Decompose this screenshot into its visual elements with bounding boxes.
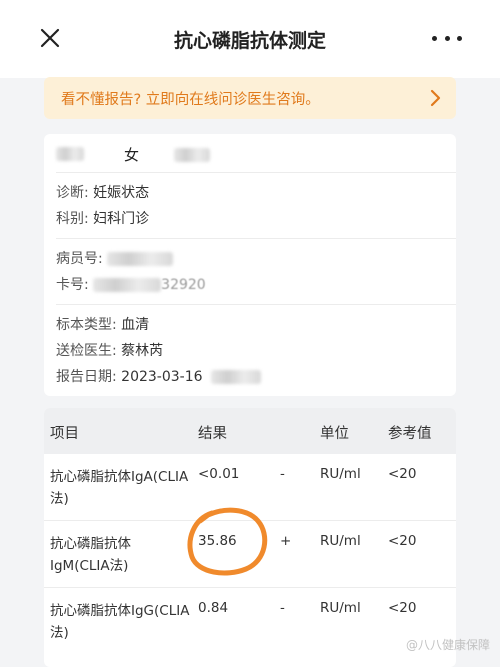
divider: [56, 238, 456, 239]
table-header: 项目 结果 单位 参考值: [44, 408, 456, 454]
report-date-row: 报告日期: 2023-03-16: [56, 366, 261, 386]
doctor-value: 蔡林芮: [121, 343, 164, 359]
patient-info-card: 女 诊断: 妊娠状态 科别: 妇科门诊 病员号: 卡号: 32920 标本类型:…: [44, 134, 456, 396]
table-row: 抗心磷脂抗体IgM(CLIA法) 35.86 + RU/ml <20: [44, 521, 456, 588]
card-no-row: 卡号: 32920: [56, 274, 206, 294]
diagnosis-value: 妊娠状态: [93, 185, 150, 201]
patient-name-row: [56, 146, 84, 162]
diagnosis-label: 诊断:: [56, 185, 89, 201]
sample-type-label: 标本类型:: [56, 317, 117, 333]
diagnosis-row: 诊断: 妊娠状态: [56, 182, 149, 202]
patient-no-label: 病员号:: [56, 251, 103, 267]
table-row: 抗心磷脂抗体IgA(CLIA法) <0.01 - RU/ml <20: [44, 454, 456, 521]
row-reference: <20: [388, 466, 417, 482]
divider: [56, 304, 456, 305]
row-reference: <20: [388, 600, 417, 616]
department-label: 科别:: [56, 211, 89, 227]
row-flag: +: [280, 533, 292, 549]
row-item-name: 抗心磷脂抗体IgA(CLIA法): [50, 469, 189, 507]
card-no-label: 卡号:: [56, 277, 89, 293]
header-reference: 参考值: [388, 426, 432, 442]
consult-banner[interactable]: 看不懂报告? 立即向在线问诊医生咨询。: [44, 77, 456, 119]
header-result: 结果: [198, 426, 227, 442]
sample-type-value: 血清: [121, 317, 150, 333]
redacted-card-no: [93, 278, 162, 292]
redacted-report-time: [211, 370, 261, 384]
row-unit: RU/ml: [320, 466, 361, 482]
chevron-right-icon: [430, 89, 441, 107]
department-row: 科别: 妇科门诊: [56, 208, 149, 228]
row-flag: -: [280, 466, 285, 482]
banner-text: 看不懂报告? 立即向在线问诊医生咨询。: [61, 92, 320, 108]
row-item-name: 抗心磷脂抗体IgG(CLIA法): [50, 603, 190, 641]
row-unit: RU/ml: [320, 600, 361, 616]
redacted-age: [174, 148, 210, 162]
top-bar: 抗心磷脂抗体测定: [0, 0, 500, 78]
doctor-label: 送检医生:: [56, 343, 117, 359]
row-reference: <20: [388, 533, 417, 549]
header-item: 项目: [50, 426, 79, 442]
header-unit: 单位: [320, 426, 349, 442]
row-unit: RU/ml: [320, 533, 361, 549]
report-date-label: 报告日期:: [56, 369, 117, 385]
row-result: 35.86: [198, 533, 237, 549]
more-options-icon[interactable]: [432, 28, 462, 48]
redacted-name: [56, 147, 84, 161]
row-result: <0.01: [198, 466, 240, 482]
patient-gender: 女: [124, 146, 140, 164]
card-no-partial: 32920: [161, 277, 206, 293]
row-item-name: 抗心磷脂抗体IgM(CLIA法): [50, 536, 131, 574]
report-date-value: 2023-03-16: [121, 369, 203, 385]
watermark: @八八健康保障: [405, 638, 490, 652]
redacted-patient-no: [107, 252, 174, 266]
row-result: 0.84: [198, 600, 229, 616]
department-value: 妇科门诊: [93, 211, 150, 227]
divider: [56, 172, 456, 173]
patient-no-row: 病员号:: [56, 248, 174, 268]
results-table: 项目 结果 单位 参考值 抗心磷脂抗体IgA(CLIA法) <0.01 - RU…: [44, 408, 456, 667]
page-title: 抗心磷脂抗体测定: [173, 30, 326, 52]
table-row: 抗心磷脂抗体IgG(CLIA法) 0.84 - RU/ml <20: [44, 588, 456, 655]
doctor-row: 送检医生: 蔡林芮: [56, 340, 163, 360]
sample-type-row: 标本类型: 血清: [56, 314, 149, 334]
row-flag: -: [280, 600, 285, 616]
